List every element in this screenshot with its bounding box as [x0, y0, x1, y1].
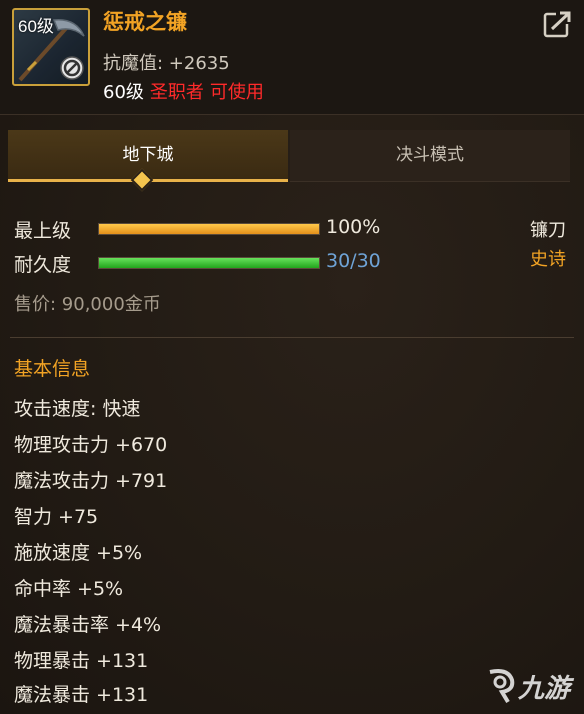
item-icon: 60级 — [12, 8, 90, 86]
rarity-grade: 史诗 — [530, 249, 566, 270]
durability-label: 耐久度 — [14, 254, 72, 276]
upgrade-value: 100% — [326, 216, 381, 238]
durability-value: 30/30 — [326, 250, 381, 272]
attribute-line: 物理暴击 +131 — [14, 650, 149, 672]
upgrade-bar-fill — [99, 224, 319, 234]
requirement-line: 60级 圣职者 可使用 — [103, 78, 264, 104]
anti-magic-stat: 抗魔值: +2635 — [103, 53, 230, 74]
item-header: 60级 惩戒之镰 抗魔值: +2635 60级 圣职者 可使用 — [0, 0, 584, 115]
watermark-text: 九游 — [518, 674, 571, 704]
upgrade-label: 最上级 — [14, 220, 72, 242]
sell-price: 售价: 90,000金币 — [14, 294, 161, 315]
usable-status: 可使用 — [209, 82, 264, 103]
upgrade-bar — [98, 223, 320, 235]
item-name: 惩戒之镰 — [103, 10, 187, 34]
icon-level-label: 60级 — [18, 17, 54, 36]
required-class: 圣职者 — [149, 82, 204, 103]
attribute-line: 魔法暴击率 +4% — [14, 614, 162, 636]
attribute-line: 攻击速度: 快速 — [14, 398, 141, 420]
share-icon[interactable] — [542, 8, 574, 40]
forbidden-icon — [60, 56, 84, 80]
basic-info-title: 基本信息 — [14, 358, 91, 380]
required-level: 60级 — [103, 82, 144, 103]
attribute-line: 魔法暴击 +131 — [14, 684, 149, 706]
attribute-line: 命中率 +5% — [14, 578, 124, 600]
nine-game-logo-icon — [489, 669, 515, 704]
attribute-line: 物理攻击力 +670 — [14, 434, 168, 456]
weapon-type: 镰刀 — [530, 220, 566, 241]
watermark-logo: 九游 — [484, 666, 574, 706]
attribute-line: 智力 +75 — [14, 506, 99, 528]
section-divider — [10, 337, 574, 338]
durability-bar — [98, 257, 320, 269]
durability-bar-fill — [99, 258, 319, 268]
tab-pvp[interactable]: 决斗模式 — [290, 130, 570, 182]
mode-tabs: 地下城 决斗模式 — [8, 130, 576, 182]
attribute-line: 魔法攻击力 +791 — [14, 470, 168, 492]
attribute-line: 施放速度 +5% — [14, 542, 143, 564]
item-tooltip-panel: 60级 惩戒之镰 抗魔值: +2635 60级 圣职者 可使用 地下城 决斗模式 最… — [0, 0, 584, 714]
